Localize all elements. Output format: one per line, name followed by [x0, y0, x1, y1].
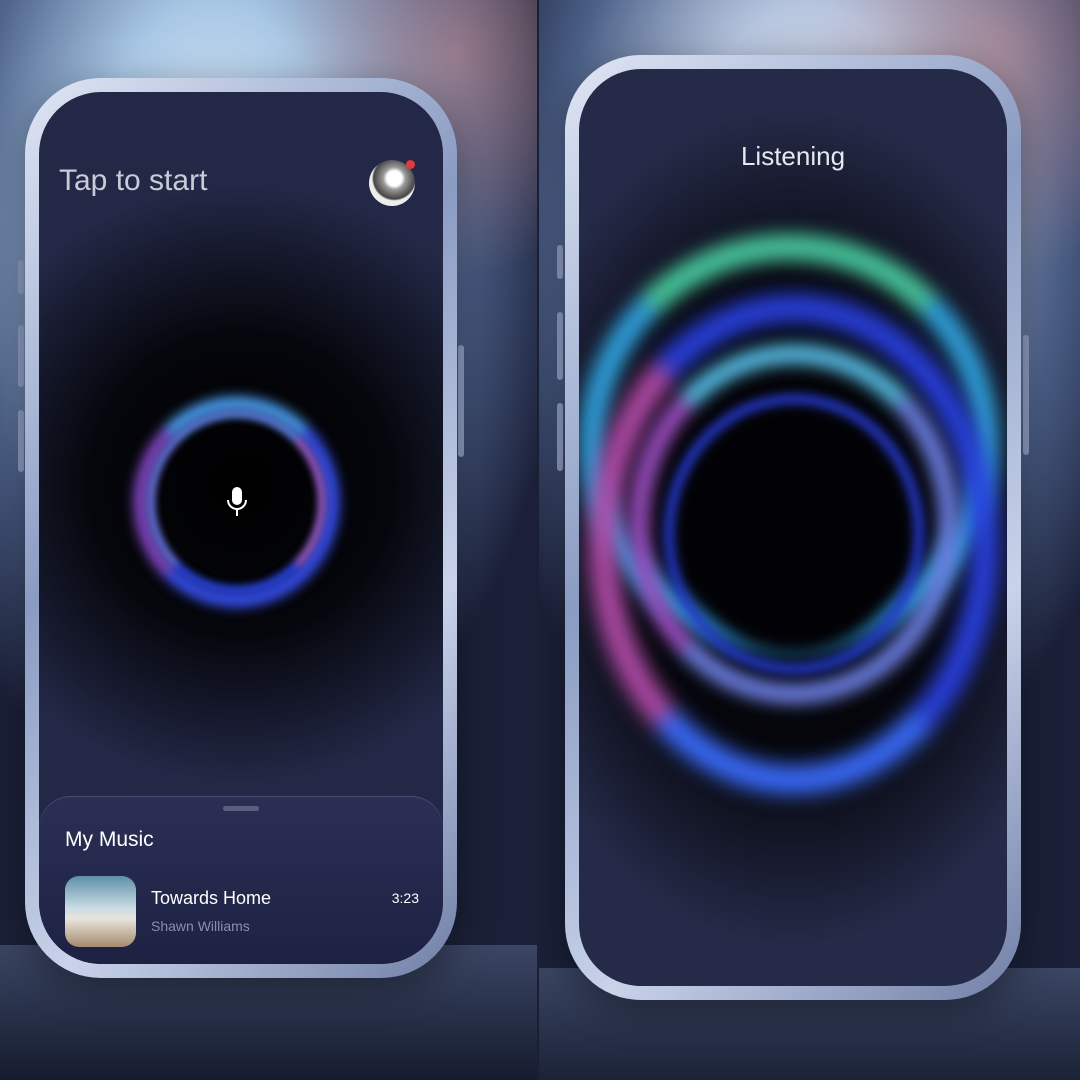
- side-button: [18, 260, 24, 294]
- side-button: [557, 403, 563, 471]
- microphone-icon: [226, 487, 247, 516]
- side-button: [1023, 335, 1029, 455]
- listening-status: Listening: [740, 141, 846, 171]
- listening-screen: Listening: [579, 69, 1007, 986]
- track-title: Towards Home: [151, 888, 272, 908]
- side-button: [557, 312, 563, 380]
- drag-handle[interactable]: [223, 806, 259, 811]
- track-duration: 3:23: [391, 890, 419, 906]
- page-title: Tap to start: [59, 164, 208, 197]
- phone-left: Tap to start My Music Towards Home Shawn…: [25, 78, 457, 978]
- notification-dot: [406, 160, 415, 169]
- side-button: [18, 325, 24, 387]
- left-panel: Tap to start My Music Towards Home Shawn…: [0, 0, 537, 1080]
- home-screen: Tap to start My Music Towards Home Shawn…: [39, 92, 443, 964]
- phone-right: Listening: [565, 55, 1021, 1000]
- voice-orb-button[interactable]: [134, 397, 339, 607]
- album-art: [65, 876, 136, 947]
- voice-visualizer: [579, 234, 1007, 814]
- avatar[interactable]: [369, 160, 415, 206]
- track-artist: Shawn Williams: [151, 918, 250, 934]
- my-music-card: My Music Towards Home Shawn Williams 3:2…: [39, 796, 443, 964]
- track-row[interactable]: Towards Home Shawn Williams 3:23: [65, 876, 419, 948]
- section-heading: My Music: [65, 828, 154, 851]
- right-panel: Listening: [539, 0, 1080, 1080]
- side-button: [458, 345, 464, 457]
- side-button: [18, 410, 24, 472]
- side-button: [557, 245, 563, 279]
